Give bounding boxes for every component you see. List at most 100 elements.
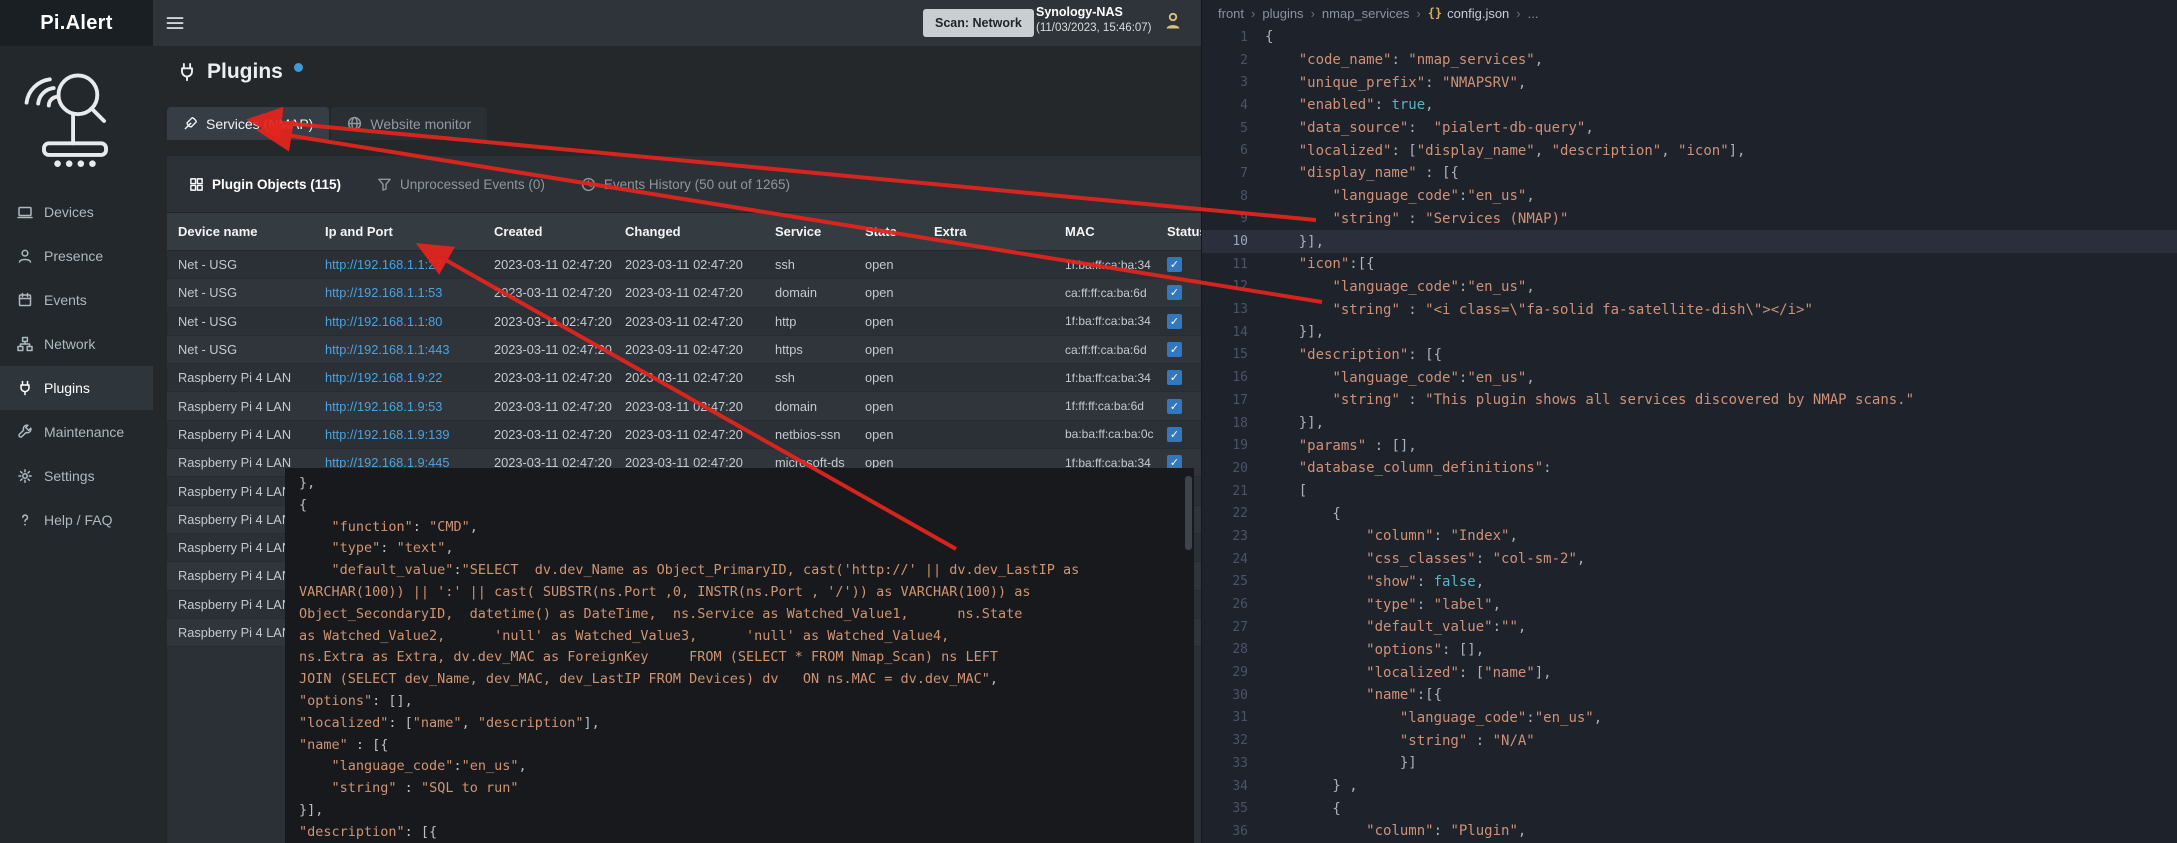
plugin-tab-bar: Services (NMAP) Website monitor: [167, 107, 487, 140]
editor-line[interactable]: 22 {: [1202, 502, 2177, 525]
devices-icon: [17, 204, 33, 220]
line-content: "data_source": "pialert-db-query",: [1265, 120, 1594, 136]
line-content: "language_code":"en_us",: [1265, 710, 1602, 726]
row-checkbox[interactable]: ✓: [1167, 427, 1182, 442]
editor-line[interactable]: 31 "language_code":"en_us",: [1202, 707, 2177, 730]
tab-unprocessed-events-0[interactable]: Unprocessed Events (0): [377, 177, 545, 192]
app-logo[interactable]: Pi.Alert: [0, 0, 153, 46]
sidebar-item-label: Maintenance: [44, 424, 124, 440]
editor-line[interactable]: 6 "localized": ["display_name", "descrip…: [1202, 139, 2177, 162]
cell-ip-port-link[interactable]: http://192.168.1.9:53: [314, 392, 483, 420]
editor-line[interactable]: 30 "name":[{: [1202, 684, 2177, 707]
plugin-tab-website-monitor[interactable]: Website monitor: [331, 107, 487, 140]
editor-line[interactable]: 28 "options": [],: [1202, 639, 2177, 662]
cell-ip-port-link[interactable]: http://192.168.1.1:80: [314, 307, 483, 335]
cell-ip-port-link[interactable]: http://192.168.1.9:22: [314, 364, 483, 392]
plugin-tab-services-nmap[interactable]: Services (NMAP): [167, 107, 329, 140]
line-number: 25: [1202, 574, 1265, 589]
editor-line[interactable]: 10 }],: [1202, 230, 2177, 253]
editor-line[interactable]: 13 "string" : "<i class=\"fa-solid fa-sa…: [1202, 298, 2177, 321]
cell-mac: 1f:ba:ff:ca:ba:34: [1054, 364, 1156, 392]
column-header-changed[interactable]: Changed: [614, 213, 764, 251]
row-checkbox[interactable]: ✓: [1167, 399, 1182, 414]
line-number: 29: [1202, 665, 1265, 680]
cell-ip-port-link[interactable]: http://192.168.1.1:53: [314, 279, 483, 307]
editor-line[interactable]: 29 "localized": ["name"],: [1202, 661, 2177, 684]
editor-line[interactable]: 26 "type": "label",: [1202, 593, 2177, 616]
editor-line[interactable]: 25 "show": false,: [1202, 571, 2177, 594]
breadcrumb-item-config-json[interactable]: {}config.json: [1428, 6, 1510, 21]
cell-extra: [923, 279, 1054, 307]
column-header-state[interactable]: State: [854, 213, 923, 251]
cell-ip-port-link[interactable]: http://192.168.1.1:22: [314, 251, 483, 279]
column-header-extra[interactable]: Extra: [923, 213, 1054, 251]
popup-scrollbar[interactable]: [1185, 476, 1192, 550]
sidebar-item-devices[interactable]: Devices: [0, 190, 153, 234]
editor-line[interactable]: 27 "default_value":"",: [1202, 616, 2177, 639]
editor-line[interactable]: 23 "column": "Index",: [1202, 525, 2177, 548]
editor-line[interactable]: 18 }],: [1202, 412, 2177, 435]
column-header-device-name[interactable]: Device name: [167, 213, 314, 251]
cell-ip-port-link[interactable]: http://192.168.1.9:139: [314, 420, 483, 448]
editor-line[interactable]: 15 "description": [{: [1202, 344, 2177, 367]
line-content: "column": "Plugin",: [1265, 823, 1526, 839]
breadcrumb-item-nmap-services[interactable]: nmap_services: [1322, 6, 1409, 21]
editor-line[interactable]: 12 "language_code":"en_us",: [1202, 276, 2177, 299]
row-checkbox[interactable]: ✓: [1167, 342, 1182, 357]
editor-line[interactable]: 8 "language_code":"en_us",: [1202, 185, 2177, 208]
editor-line[interactable]: 14 }],: [1202, 321, 2177, 344]
row-checkbox[interactable]: ✓: [1167, 257, 1182, 272]
sidebar-item-label: Plugins: [44, 380, 90, 396]
sidebar-item-events[interactable]: Events: [0, 278, 153, 322]
editor-line[interactable]: 32 "string" : "N/A": [1202, 729, 2177, 752]
line-number: 13: [1202, 302, 1265, 317]
column-header-status[interactable]: Status: [1156, 213, 1201, 251]
editor-line[interactable]: 34 } ,: [1202, 775, 2177, 798]
column-header-service[interactable]: Service: [764, 213, 854, 251]
sidebar-item-network[interactable]: Network: [0, 322, 153, 366]
column-header-created[interactable]: Created: [483, 213, 614, 251]
hamburger-menu-button[interactable]: [165, 0, 185, 46]
sidebar-item-plugins[interactable]: Plugins: [0, 366, 153, 410]
cell-mac: 1f:ff:ff:ca:ba:6d: [1054, 392, 1156, 420]
breadcrumb-item-front[interactable]: front: [1218, 6, 1244, 21]
breadcrumb-item-plugins[interactable]: plugins: [1262, 6, 1303, 21]
editor-line[interactable]: 16 "language_code":"en_us",: [1202, 366, 2177, 389]
cell-ip-port-link[interactable]: http://192.168.1.1:443: [314, 335, 483, 363]
editor-line[interactable]: 9 "string" : "Services (NMAP)": [1202, 208, 2177, 231]
sidebar-item-help-faq[interactable]: Help / FAQ: [0, 498, 153, 542]
cell-service: domain: [764, 392, 854, 420]
sidebar-item-label: Presence: [44, 248, 103, 264]
editor-line[interactable]: 7 "display_name" : [{: [1202, 162, 2177, 185]
editor-line[interactable]: 4 "enabled": true,: [1202, 94, 2177, 117]
popup-code-line: VARCHAR(100)) || ':' || cast( SUBSTR(ns.…: [299, 582, 1194, 604]
editor-line[interactable]: 1{: [1202, 26, 2177, 49]
editor-line[interactable]: 2 "code_name": "nmap_services",: [1202, 49, 2177, 72]
row-checkbox[interactable]: ✓: [1167, 370, 1182, 385]
column-header-ip-and-port[interactable]: Ip and Port: [314, 213, 483, 251]
row-checkbox[interactable]: ✓: [1167, 314, 1182, 329]
tab-events-history-50-out-of-1265[interactable]: Events History (50 out of 1265): [581, 177, 790, 192]
editor-line[interactable]: 33 }]: [1202, 752, 2177, 775]
clock-icon: [581, 177, 596, 192]
editor-line[interactable]: 17 "string" : "This plugin shows all ser…: [1202, 389, 2177, 412]
plugin-tab-label: Website monitor: [370, 116, 471, 132]
editor-line[interactable]: 35 {: [1202, 797, 2177, 820]
line-number: 2: [1202, 53, 1265, 68]
editor-line[interactable]: 5 "data_source": "pialert-db-query",: [1202, 117, 2177, 140]
editor-line[interactable]: 24 "css_classes": "col-sm-2",: [1202, 548, 2177, 571]
user-icon[interactable]: [1163, 11, 1183, 31]
editor-line[interactable]: 21 [: [1202, 480, 2177, 503]
editor-line[interactable]: 11 "icon":[{: [1202, 253, 2177, 276]
editor-line[interactable]: 20 "database_column_definitions":: [1202, 457, 2177, 480]
row-checkbox[interactable]: ✓: [1167, 285, 1182, 300]
editor-line[interactable]: 19 "params" : [],: [1202, 434, 2177, 457]
editor-line[interactable]: 3 "unique_prefix": "NMAPSRV",: [1202, 71, 2177, 94]
sidebar-item-presence[interactable]: Presence: [0, 234, 153, 278]
tab-plugin-objects-115[interactable]: Plugin Objects (115): [189, 177, 341, 192]
editor-line[interactable]: 36 "column": "Plugin",: [1202, 820, 2177, 843]
sidebar-item-maintenance[interactable]: Maintenance: [0, 410, 153, 454]
breadcrumb-more[interactable]: ...: [1528, 6, 1539, 21]
sidebar-item-settings[interactable]: Settings: [0, 454, 153, 498]
column-header-mac[interactable]: MAC: [1054, 213, 1156, 251]
